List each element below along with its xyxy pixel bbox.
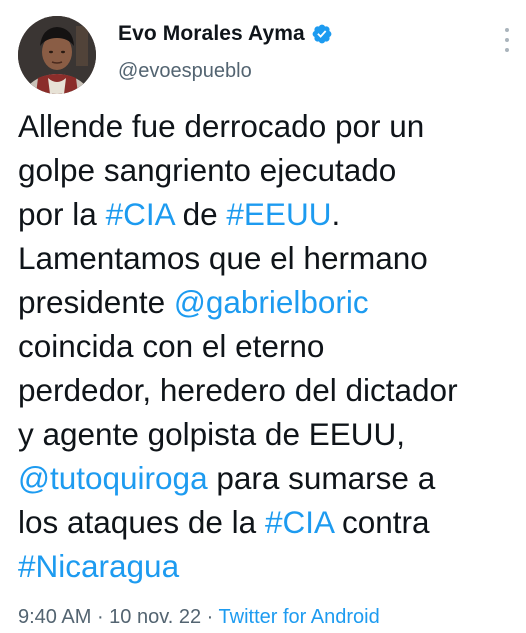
verified-badge-icon — [311, 23, 333, 45]
more-dot — [505, 38, 509, 42]
profile-avatar[interactable] — [18, 16, 96, 94]
hashtag-link[interactable]: #EEUU — [226, 196, 331, 232]
tweet-time[interactable]: 9:40 AM — [18, 606, 91, 628]
meta-separator: · — [91, 606, 110, 628]
tweet-text-segment: de — [173, 196, 227, 232]
hashtag-link[interactable]: #CIA — [106, 196, 174, 232]
more-dot — [505, 28, 509, 32]
author-name-row[interactable]: Evo Morales Ayma — [118, 22, 333, 46]
mention-link[interactable]: @tutoquiroga — [18, 460, 208, 496]
hashtag-link[interactable]: #Nicaragua — [18, 548, 179, 584]
more-options-icon[interactable] — [504, 28, 510, 52]
tweet-text: Allende fue derrocado por un golpe sangr… — [18, 104, 518, 588]
tweet-meta: 9:40 AM · 10 nov. 22 · Twitter for Andro… — [18, 606, 380, 629]
tweet-date[interactable]: 10 nov. 22 — [109, 606, 201, 628]
tweet-text-segment: coincida con el eterno perdedor, hereder… — [18, 328, 458, 452]
author-display-name[interactable]: Evo Morales Ayma — [118, 22, 305, 46]
mention-link[interactable]: @gabrielboric — [174, 284, 369, 320]
tweet-card: Evo Morales Ayma @evoespueblo Allende fu… — [0, 0, 526, 633]
tweet-text-segment: contra — [341, 504, 430, 540]
author-handle[interactable]: @evoespueblo — [118, 60, 252, 83]
more-dot — [505, 48, 509, 52]
tweet-source-link[interactable]: Twitter for Android — [219, 606, 380, 628]
meta-separator: · — [201, 606, 219, 628]
hashtag-link[interactable]: #CIA — [265, 504, 333, 540]
